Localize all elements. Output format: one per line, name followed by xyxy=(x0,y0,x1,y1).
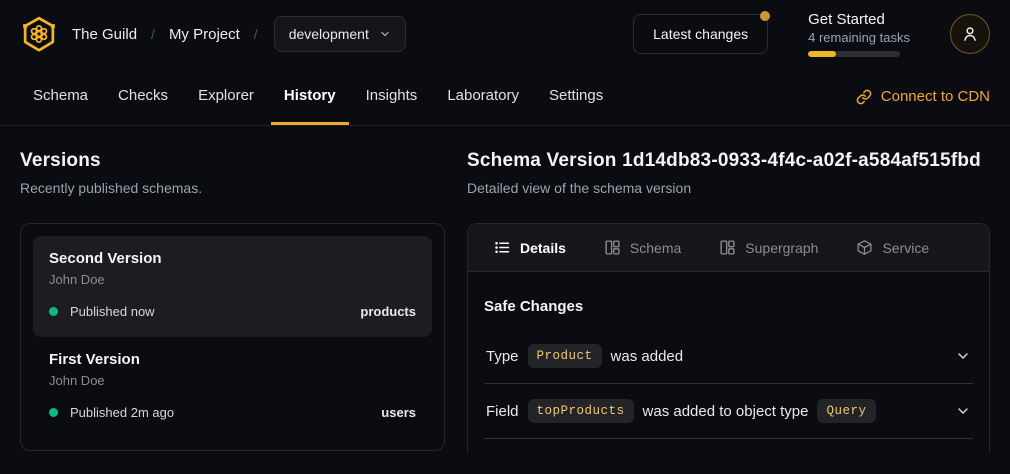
version-card-second[interactable]: Second Version John Doe Published now pr… xyxy=(33,236,432,337)
progress-fill xyxy=(808,51,836,57)
chevron-down-icon[interactable] xyxy=(955,403,971,419)
detail-tab-schema[interactable]: Schema xyxy=(592,233,693,262)
version-detail-panel: Details Schema xyxy=(467,223,990,453)
detail-tab-details[interactable]: Details xyxy=(482,233,578,262)
person-icon xyxy=(960,24,980,44)
versions-title: Versions xyxy=(20,150,445,172)
change-code: Query xyxy=(817,399,875,423)
breadcrumb-separator: / xyxy=(254,26,258,42)
change-prefix: Field xyxy=(486,403,519,420)
change-prefix: Type xyxy=(486,348,519,365)
detail-tab-label: Details xyxy=(520,240,566,256)
user-avatar[interactable] xyxy=(950,14,990,54)
main-content: Versions Recently published schemas. Sec… xyxy=(0,126,1010,453)
chevron-down-icon[interactable] xyxy=(955,348,971,364)
change-code: Product xyxy=(528,344,602,368)
version-card-first[interactable]: First Version John Doe Published 2m ago … xyxy=(33,337,432,438)
target-selector-dropdown[interactable]: development xyxy=(274,16,406,52)
version-service: products xyxy=(360,304,416,319)
published-status-dot xyxy=(49,408,58,417)
guild-hexagon-logo[interactable] xyxy=(20,15,58,53)
tab-checks[interactable]: Checks xyxy=(105,68,181,125)
tab-settings[interactable]: Settings xyxy=(536,68,616,125)
breadcrumb-project[interactable]: My Project xyxy=(169,26,240,43)
safe-changes-heading: Safe Changes xyxy=(484,298,973,315)
tab-schema[interactable]: Schema xyxy=(20,68,101,125)
get-started-progressbar xyxy=(808,51,900,57)
columns-icon xyxy=(719,239,736,256)
app-header: The Guild / My Project / development Lat… xyxy=(0,0,1010,68)
connect-to-cdn-link[interactable]: Connect to CDN xyxy=(856,68,990,125)
detail-tab-label: Supergraph xyxy=(745,240,818,256)
latest-changes-button[interactable]: Latest changes xyxy=(633,14,768,54)
detail-tab-label: Schema xyxy=(630,240,681,256)
versions-column: Versions Recently published schemas. Sec… xyxy=(20,150,445,453)
project-nav: Schema Checks Explorer History Insights … xyxy=(0,68,1010,126)
target-selector-value: development xyxy=(289,26,369,42)
schema-version-title: Schema Version 1d14db83-0933-4f4c-a02f-a… xyxy=(467,150,990,172)
versions-list: Second Version John Doe Published now pr… xyxy=(20,223,445,451)
get-started-title: Get Started xyxy=(808,11,910,28)
version-name: First Version xyxy=(49,351,416,368)
version-status: Published 2m ago xyxy=(70,405,174,420)
change-row-type-added[interactable]: Type Product was added xyxy=(484,329,973,384)
chevron-down-icon xyxy=(379,28,391,40)
tab-insights[interactable]: Insights xyxy=(353,68,431,125)
version-author: John Doe xyxy=(49,272,416,287)
detail-tab-service[interactable]: Service xyxy=(844,233,941,262)
columns-icon xyxy=(604,239,621,256)
change-code: topProducts xyxy=(528,399,634,423)
cube-icon xyxy=(856,239,873,256)
tab-laboratory[interactable]: Laboratory xyxy=(434,68,532,125)
published-status-dot xyxy=(49,307,58,316)
change-middle: was added to object type xyxy=(643,403,809,420)
tab-history[interactable]: History xyxy=(271,68,349,125)
get-started-subtitle: 4 remaining tasks xyxy=(808,30,910,45)
detail-tab-supergraph[interactable]: Supergraph xyxy=(707,233,830,262)
get-started-widget[interactable]: Get Started 4 remaining tasks xyxy=(808,11,910,57)
breadcrumb-separator: / xyxy=(151,26,155,42)
detail-tab-label: Service xyxy=(882,240,929,256)
detail-tabbar: Details Schema xyxy=(468,224,989,272)
version-name: Second Version xyxy=(49,250,416,267)
latest-changes-label: Latest changes xyxy=(653,26,748,42)
versions-subtitle: Recently published schemas. xyxy=(20,180,445,196)
breadcrumb-org[interactable]: The Guild xyxy=(72,26,137,43)
schema-version-subtitle: Detailed view of the schema version xyxy=(467,180,990,196)
version-status: Published now xyxy=(70,304,155,319)
change-row-field-added[interactable]: Field topProducts was added to object ty… xyxy=(484,384,973,439)
change-middle: was added xyxy=(611,348,684,365)
version-detail-column: Schema Version 1d14db83-0933-4f4c-a02f-a… xyxy=(467,150,990,453)
tab-explorer[interactable]: Explorer xyxy=(185,68,267,125)
notification-dot xyxy=(760,11,770,21)
connect-to-cdn-label: Connect to CDN xyxy=(881,88,990,105)
link-icon xyxy=(856,89,872,105)
version-service: users xyxy=(381,405,416,420)
list-icon xyxy=(494,239,511,256)
version-author: John Doe xyxy=(49,373,416,388)
detail-content: Safe Changes Type Product was added Fiel… xyxy=(468,272,989,439)
